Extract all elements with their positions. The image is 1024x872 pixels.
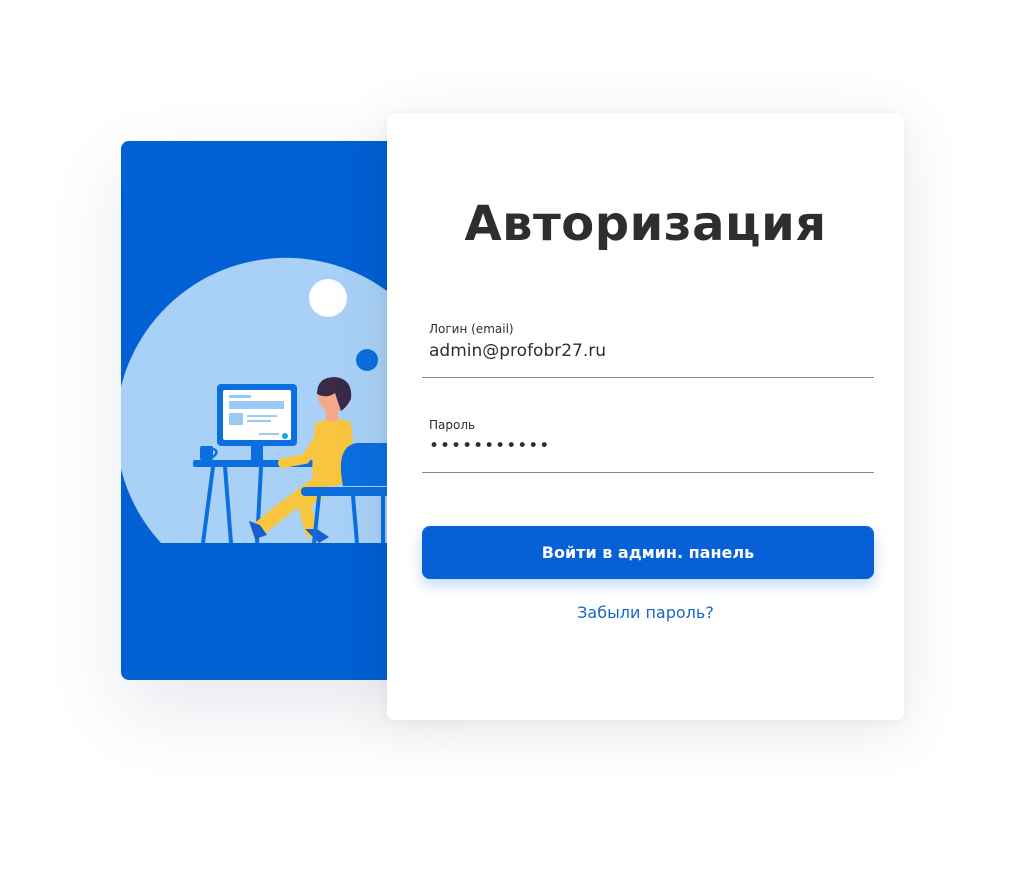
login-input[interactable]: admin@profobr27.ru — [429, 341, 606, 361]
login-card: Авторизация Логин (email) admin@profobr2… — [387, 113, 904, 720]
password-input[interactable]: ••••••••••• — [429, 436, 550, 456]
login-page: Авторизация Логин (email) admin@profobr2… — [0, 0, 1024, 872]
page-title: Авторизация — [464, 196, 827, 252]
mug — [200, 446, 213, 460]
monitor-stand — [251, 446, 263, 460]
login-label: Логин (email) — [429, 322, 514, 336]
login-button[interactable]: Войти в админ. панель — [422, 526, 874, 579]
login-field[interactable]: Логин (email) admin@profobr27.ru — [422, 322, 874, 378]
password-label: Пароль — [429, 418, 476, 432]
person-at-computer-illustration — [121, 257, 411, 544]
illustration-panel — [121, 141, 411, 680]
white-bubble — [309, 279, 347, 317]
forgot-password-link[interactable]: Забыли пароль? — [387, 603, 904, 622]
blue-bubble — [356, 349, 378, 371]
password-field[interactable]: Пароль ••••••••••• — [422, 418, 874, 473]
